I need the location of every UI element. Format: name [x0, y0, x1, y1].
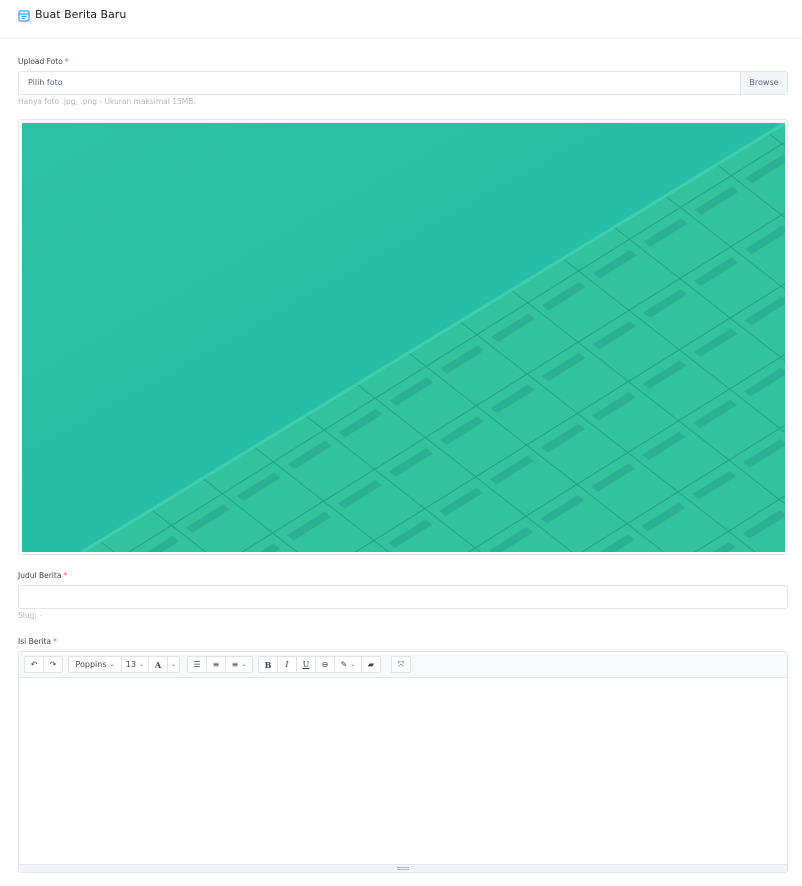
- form-icon: [18, 10, 30, 22]
- italic-button[interactable]: I: [277, 656, 297, 673]
- rich-text-editor: ↶ ↷ Poppins ⌄ 13 ⌄ A ⌄ ☰ ≡ ≡ ⌄ B I U ⊖ ✎ ⌄ ▰…: [18, 651, 788, 873]
- fullscreen-icon: ⤧: [397, 659, 405, 669]
- style-group: B I U ⊖ ✎ ⌄ ▰: [258, 656, 381, 673]
- upload-photo-label-text: Upload Foto: [18, 57, 63, 66]
- resize-grip-icon: [397, 867, 409, 870]
- font-size-dropdown[interactable]: 13 ⌄: [121, 656, 149, 673]
- font-family-dropdown[interactable]: Poppins ⌄: [68, 656, 122, 673]
- chevron-down-icon: ⌄: [109, 661, 115, 668]
- underline-icon: U: [302, 660, 310, 669]
- upload-photo-label: Upload Foto *: [18, 57, 69, 66]
- bold-icon: B: [264, 659, 272, 670]
- history-group: ↶ ↷: [24, 656, 63, 673]
- bold-button[interactable]: B: [258, 656, 278, 673]
- chevron-down-icon: ⌄: [139, 661, 145, 668]
- italic-icon: I: [285, 660, 289, 669]
- chevron-down-icon: ⌄: [171, 661, 177, 668]
- file-upload-placeholder: Pilih foto: [28, 78, 63, 87]
- required-mark: *: [64, 57, 69, 66]
- chevron-down-icon: ⌄: [350, 661, 356, 668]
- clear-format-button[interactable]: ▰: [361, 656, 381, 673]
- slug-text: Slug: -: [18, 611, 42, 620]
- news-title-label-text: Judul Berita: [18, 571, 62, 580]
- fullscreen-button[interactable]: ⤧: [391, 656, 411, 673]
- undo-icon: ↶: [30, 660, 38, 669]
- news-content-label: Isi Berita *: [18, 637, 57, 646]
- magic-dropdown[interactable]: ✎ ⌄: [334, 656, 362, 673]
- page-title: Buat Berita Baru: [35, 8, 127, 21]
- paragraph-dropdown[interactable]: ≡ ⌄: [225, 656, 253, 673]
- underline-button[interactable]: U: [296, 656, 316, 673]
- news-title-label: Judul Berita *: [18, 571, 67, 580]
- font-group: Poppins ⌄ 13 ⌄ A ⌄: [68, 656, 181, 673]
- font-color-button[interactable]: A: [148, 656, 168, 673]
- page-header: Buat Berita Baru: [0, 0, 802, 39]
- view-group: ⤧: [391, 656, 411, 673]
- news-content-label-text: Isi Berita: [18, 637, 52, 646]
- unordered-list-icon: ☰: [193, 660, 201, 669]
- editor-toolbar: ↶ ↷ Poppins ⌄ 13 ⌄ A ⌄ ☰ ≡ ≡ ⌄ B I U ⊖ ✎ ⌄ ▰…: [19, 652, 787, 678]
- ordered-list-button[interactable]: ≡: [206, 656, 226, 673]
- file-upload-input[interactable]: Pilih foto Browse: [18, 71, 788, 95]
- editor-resize-bar[interactable]: [19, 864, 787, 872]
- ordered-list-icon: ≡: [212, 660, 220, 669]
- link-icon: ⊖: [321, 660, 329, 669]
- font-color-icon: A: [154, 659, 162, 670]
- required-mark: *: [63, 571, 68, 580]
- font-color-dropdown[interactable]: ⌄: [167, 656, 181, 673]
- align-icon: ≡: [231, 660, 239, 669]
- link-button[interactable]: ⊖: [315, 656, 335, 673]
- unordered-list-button[interactable]: ☰: [187, 656, 207, 673]
- font-size-value: 13: [125, 660, 137, 669]
- news-title-input[interactable]: [18, 585, 788, 609]
- preview-photo: [22, 123, 785, 552]
- chevron-down-icon: ⌄: [241, 661, 247, 668]
- upload-hint: Hanya foto .jpg, .png - Ukuran maksimal …: [18, 97, 196, 106]
- eraser-icon: ▰: [367, 660, 375, 669]
- font-family-value: Poppins: [75, 660, 107, 669]
- editor-content-area[interactable]: [19, 678, 787, 866]
- list-group: ☰ ≡ ≡ ⌄: [187, 656, 253, 673]
- image-preview: [18, 119, 788, 555]
- browse-button[interactable]: Browse: [740, 72, 787, 94]
- magic-wand-icon: ✎: [340, 660, 348, 669]
- undo-button[interactable]: ↶: [24, 656, 44, 673]
- redo-icon: ↷: [49, 660, 57, 669]
- required-mark: *: [53, 637, 57, 646]
- redo-button[interactable]: ↷: [43, 656, 63, 673]
